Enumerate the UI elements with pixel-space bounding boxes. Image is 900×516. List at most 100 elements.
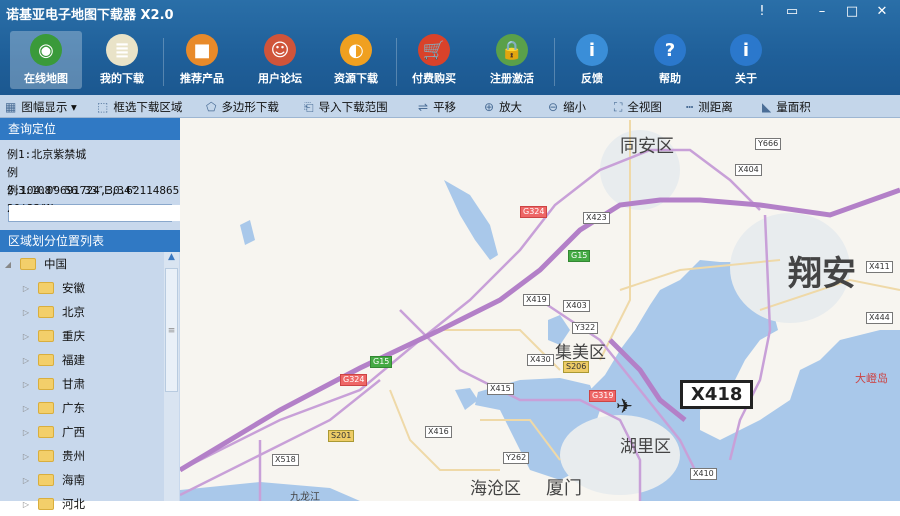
map-tool-0[interactable]: ▦ 图幅显示 ▾ xyxy=(5,99,77,115)
query-header: 查询定位 xyxy=(0,118,180,140)
map-tool-label: 放大 xyxy=(499,100,523,114)
map-tool-label: 框选下载区域 xyxy=(113,100,183,114)
toolbar-button-label: 资源下载 xyxy=(334,72,378,85)
node-label: 安徽 xyxy=(62,281,85,295)
map-tool-2[interactable]: ⬠ 多边形下载 xyxy=(206,99,279,115)
map-tool-5[interactable]: ⊕ 放大 xyxy=(484,99,522,115)
search-input[interactable] xyxy=(9,205,186,221)
tree-node[interactable]: ▷ 海南 xyxy=(0,468,165,492)
search-box: ⌕ xyxy=(8,204,193,222)
road-shield: X415 xyxy=(487,383,514,395)
resource-icon: ◐ xyxy=(340,34,372,66)
node-label: 广东 xyxy=(62,401,85,415)
scroll-up-icon[interactable]: ▲ xyxy=(164,252,179,262)
node-label: 中国 xyxy=(44,257,67,271)
toolbar-button-label: 用户论坛 xyxy=(258,72,302,85)
district-label: 大嶝岛 xyxy=(855,372,888,385)
toolbar-button-label: 在线地图 xyxy=(24,72,68,85)
collapsed-arrow-icon[interactable]: ▷ xyxy=(20,308,32,317)
node-label: 广西 xyxy=(62,425,85,439)
road-shield: X518 xyxy=(272,454,299,466)
tree-node-root[interactable]: ◢ 中国 xyxy=(0,252,165,276)
region-header: 区域划分位置列表 xyxy=(0,230,180,252)
toolbar-button-2[interactable]: ■ 推荐产品 xyxy=(166,31,238,89)
toolbar-button-0[interactable]: ◉ 在线地图 xyxy=(10,31,82,89)
toolbar-button-5[interactable]: 🛒 付费购买 xyxy=(398,31,470,89)
district-label: 集美区 xyxy=(555,343,606,363)
toolbar-button-1[interactable]: ≣ 我的下载 xyxy=(86,31,158,89)
node-label: 福建 xyxy=(62,353,85,367)
toolbar-button-7[interactable]: i 反馈 xyxy=(556,31,628,89)
expanded-arrow-icon[interactable]: ◢ xyxy=(2,260,14,269)
road-shield: X404 xyxy=(735,164,762,176)
tree-node[interactable]: ▷ 广西 xyxy=(0,420,165,444)
close-button[interactable]: ✕ xyxy=(868,3,896,21)
map-tool-8[interactable]: ┅ 测距离 xyxy=(686,99,733,115)
map-tool-1[interactable]: ⬚ 框选下载区域 xyxy=(97,99,182,115)
node-label: 北京 xyxy=(62,305,85,319)
road-shield: G319 xyxy=(589,390,617,402)
highlight-road-label: X418 xyxy=(680,380,754,409)
grid-icon: ▦ xyxy=(5,100,17,114)
zoom-in-icon: ⊕ xyxy=(484,100,495,114)
road-shield: G15 xyxy=(568,250,591,262)
tree-node[interactable]: ▷ 广东 xyxy=(0,396,165,420)
toolbar-button-8[interactable]: ? 帮助 xyxy=(634,31,706,89)
map-toolbar: ▦ 图幅显示 ▾ ⬚ 框选下载区域 ⬠ 多边形下载 ⎗ 导入下载范围 ⇌ 平移 ⊕ 放大 ⊖ 缩小 ⛶ 全视图… xyxy=(0,95,900,118)
road-shield: S201 xyxy=(328,430,355,442)
download-list-icon: ≣ xyxy=(106,34,138,66)
region-tree: ◢ 中国 ▷ 安徽 ▷ 北京 ▷ 重庆 ▷ 福建 ▷ 甘肃 ▷ 广东 ▷ 广西 ▷ 贵州 ▷ 海南 ▷ 河北 xyxy=(0,252,165,516)
map-tool-label: 多边形下载 xyxy=(221,100,279,114)
tree-node[interactable]: ▷ 安徽 xyxy=(0,276,165,300)
map-tool-7[interactable]: ⛶ 全视图 xyxy=(614,99,662,115)
collapsed-arrow-icon[interactable]: ▷ xyxy=(20,476,32,485)
node-label: 重庆 xyxy=(62,329,85,343)
map-tool-3[interactable]: ⎗ 导入下载范围 xyxy=(304,99,388,115)
help-icon: ? xyxy=(654,34,686,66)
zoom-out-icon: ⊖ xyxy=(548,100,559,114)
toolbar-button-6[interactable]: 🔒 注册激活 xyxy=(476,31,548,89)
feedback-icon: i xyxy=(576,34,608,66)
collapsed-arrow-icon[interactable]: ▷ xyxy=(20,428,32,437)
collapsed-arrow-icon[interactable]: ▷ xyxy=(20,404,32,413)
map-tool-9[interactable]: ◣ 量面积 xyxy=(762,99,811,115)
full-view-icon: ⛶ xyxy=(614,99,623,114)
toolbar-button-4[interactable]: ◐ 资源下载 xyxy=(320,31,392,89)
road-shield: G15 xyxy=(370,356,393,368)
map-tool-6[interactable]: ⊖ 缩小 xyxy=(548,99,586,115)
road-shield: Y262 xyxy=(503,452,530,464)
collapsed-arrow-icon[interactable]: ▷ xyxy=(20,452,32,461)
info-button[interactable]: ! xyxy=(748,3,776,21)
tree-node[interactable]: ▷ 甘肃 xyxy=(0,372,165,396)
folder-icon xyxy=(38,498,54,510)
map-view[interactable]: 同安区 翔安 集美区 湖里区 海沧区 厦门 大嶝岛 九龙江 G324 X423 G15 X419 X40… xyxy=(180,118,900,501)
collapsed-arrow-icon[interactable]: ▷ xyxy=(20,380,32,389)
folder-icon xyxy=(38,474,54,486)
folder-icon xyxy=(38,282,54,294)
node-label: 河北 xyxy=(62,497,85,511)
globe-icon: ◉ xyxy=(30,34,62,66)
map-tool-4[interactable]: ⇌ 平移 xyxy=(418,99,456,115)
tree-node[interactable]: ▷ 贵州 xyxy=(0,444,165,468)
toolbar-button-9[interactable]: i 关于 xyxy=(710,31,782,89)
left-panel: 查询定位 例1:北京紫禁城 例2:104.09691724,30.6211486… xyxy=(0,118,193,511)
minimize-button[interactable]: – xyxy=(808,3,836,21)
folder-icon xyxy=(38,402,54,414)
maximize-button[interactable]: □ xyxy=(838,3,866,21)
tree-node[interactable]: ▷ 北京 xyxy=(0,300,165,324)
box-select-icon: ⬚ xyxy=(97,100,109,114)
collapsed-arrow-icon[interactable]: ▷ xyxy=(20,284,32,293)
tree-node[interactable]: ▷ 河北 xyxy=(0,492,165,516)
tree-node[interactable]: ▷ 福建 xyxy=(0,348,165,372)
skin-button[interactable]: ▭ xyxy=(778,3,806,21)
polygon-icon: ⬠ xyxy=(206,100,217,114)
tree-node[interactable]: ▷ 重庆 xyxy=(0,324,165,348)
toolbar-button-label: 推荐产品 xyxy=(180,72,224,85)
toolbar-button-3[interactable]: ☺ 用户论坛 xyxy=(244,31,316,89)
folder-icon xyxy=(38,378,54,390)
scroll-thumb[interactable]: ≡ xyxy=(165,268,178,392)
collapsed-arrow-icon[interactable]: ▷ xyxy=(20,332,32,341)
import-icon: ⎗ xyxy=(304,99,314,114)
collapsed-arrow-icon[interactable]: ▷ xyxy=(20,356,32,365)
tree-scrollbar[interactable]: ▲ ≡ xyxy=(164,252,179,501)
